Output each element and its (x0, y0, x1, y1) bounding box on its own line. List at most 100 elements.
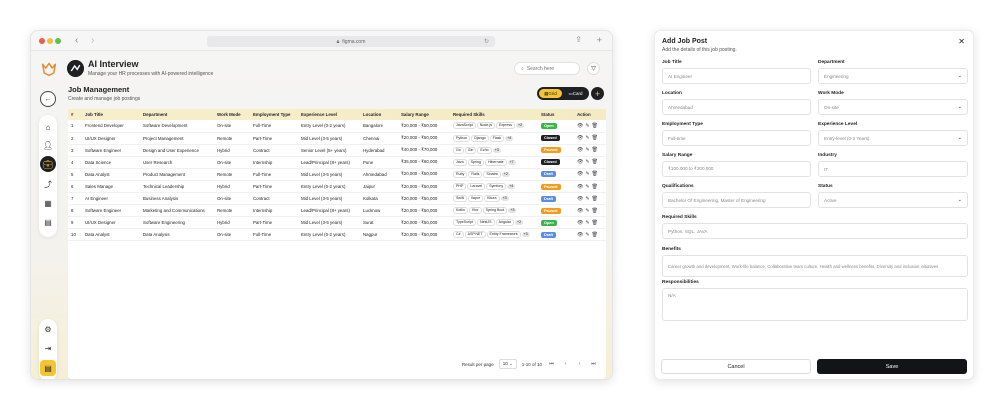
status-select[interactable]: Active ⌄ (818, 192, 968, 208)
department-label: Department (818, 60, 845, 65)
more-skills-badge[interactable]: +4 (507, 184, 516, 190)
table-row[interactable]: 9 UI/UX Designer Software Engineering Hybri… (68, 216, 606, 230)
dashboard-icon[interactable]: ⌂ (40, 119, 56, 135)
more-skills-badge[interactable]: +4 (505, 135, 514, 141)
skill-tag: Rails (468, 170, 483, 178)
settings-icon[interactable]: ⚙ (40, 321, 56, 337)
actions-cell: 👁︎✎🗑︎ (574, 192, 606, 206)
table-row[interactable]: 1 Frontend Developer Software Development O… (68, 120, 606, 133)
first-page-button[interactable]: ⏮ (547, 360, 556, 369)
reload-icon[interactable]: ↻ (484, 38, 489, 45)
per-page-select[interactable]: 10 ⌄ (498, 359, 517, 369)
qualifications-input[interactable]: Bachelor Of Engineering, Master of Engin… (662, 192, 811, 208)
salary-range-input[interactable]: ₹100,000 to ₹200,000 (662, 161, 811, 177)
reports-icon[interactable]: ▤ (40, 214, 56, 230)
table-row[interactable]: 3 Software Engineer Design and User Experi… (68, 144, 606, 157)
table-row[interactable]: 5 Data Analyst Product Management Remote Ful… (68, 168, 606, 181)
more-skills-badge[interactable]: +2 (514, 220, 524, 226)
add-job-button[interactable]: + (591, 87, 604, 100)
department-select[interactable]: Engineering ⌄ (818, 68, 968, 84)
last-page-button[interactable]: ⏭ (589, 360, 598, 369)
more-skills-badge[interactable]: +3 (492, 147, 501, 153)
status-badge: Closed (541, 135, 560, 142)
experience-level-select[interactable]: Entry-level (0-2 Years) ⌄ (818, 130, 968, 146)
delete-icon[interactable]: 🗑︎ (592, 208, 600, 214)
status-badge: Open (541, 219, 557, 226)
more-skills-badge[interactable]: +3 (521, 232, 530, 238)
status-cell: Open (538, 216, 574, 230)
benefits-textarea[interactable]: Career growth and development, Work-life… (662, 255, 968, 277)
row-number: 1 (68, 120, 82, 133)
grid-view-button[interactable]: ▦ Grid (539, 89, 562, 98)
back-icon[interactable]: ‹ (75, 35, 78, 46)
more-skills-badge[interactable]: +2 (515, 123, 525, 129)
more-skills-badge[interactable]: +2 (501, 171, 510, 177)
experience-level-label: Experience Level (818, 122, 858, 127)
required-skills-input[interactable]: Python, SQL, JAVA (662, 223, 968, 239)
location-input[interactable]: Ahmedabad (662, 99, 811, 115)
forward-icon[interactable]: › (91, 35, 94, 46)
users-icon[interactable]: 👤︎ (40, 137, 56, 153)
delete-icon[interactable]: 🗑︎ (592, 135, 600, 141)
notes-icon[interactable]: ▤ (40, 360, 56, 376)
share-icon[interactable]: ⇪ (575, 35, 582, 44)
table-row[interactable]: 4 Data Science User Research On-site Interns… (68, 156, 606, 169)
close-window-button[interactable] (39, 38, 45, 44)
skill-tag: Ktor (469, 207, 482, 215)
filter-button[interactable]: ▽ (587, 62, 600, 75)
delete-icon[interactable]: 🗑︎ (592, 220, 600, 226)
more-skills-badge[interactable]: +3 (508, 208, 517, 214)
table-row[interactable]: 2 UI/UX Designer Project Management Remote P… (68, 132, 606, 145)
delete-icon[interactable]: 🗑︎ (592, 171, 600, 177)
table-row[interactable]: 7 AI Engineer Business Analysis On-site Cont… (68, 192, 606, 206)
card-view-button[interactable]: ▭ Card (564, 89, 587, 98)
url-bar[interactable]: 🔒︎ figma.com ↻ (207, 36, 495, 47)
salary-range-label: Salary Range (662, 153, 693, 158)
skills-cell: PHP Laravel Symfony +4 (450, 180, 538, 194)
location-placeholder: Ahmedabad (668, 104, 693, 110)
work-mode-select[interactable]: On-site ⌄ (818, 99, 968, 115)
table-row[interactable]: 8 Software Engineer Marketing and Communic… (68, 204, 606, 218)
minimize-window-button[interactable] (47, 38, 53, 44)
job-title-input[interactable]: AI Engineer (662, 68, 811, 84)
status-cell: Paused (538, 204, 574, 218)
add-job-modal: Add Job Post Add the details of this job… (654, 30, 974, 380)
status-cell: Open (538, 120, 574, 133)
prev-page-button[interactable]: ‹ (561, 360, 570, 369)
actions-cell: 👁︎✎🗑︎ (574, 156, 606, 169)
column-header: Employment Type (253, 112, 291, 117)
collapse-sidebar-button[interactable]: ← (40, 91, 56, 107)
responsibilities-placeholder: N/A (668, 293, 676, 298)
skill-tag: Flask (489, 134, 505, 142)
work-mode-cell: On-site (214, 156, 250, 169)
pagination: Result per page 10 ⌄ 1-10 of 10 ⏮ ‹ › ⏭ (462, 359, 598, 369)
cancel-button[interactable]: Cancel (661, 359, 811, 374)
search-input[interactable]: ⌕ Search here (514, 62, 580, 75)
delete-icon[interactable]: 🗑︎ (592, 123, 600, 129)
jobs-icon[interactable]: 💼︎ (40, 156, 56, 172)
employment-type-input[interactable]: Full-time (662, 130, 811, 146)
maximize-window-button[interactable] (55, 38, 61, 44)
new-tab-icon[interactable]: + (597, 35, 602, 45)
save-button[interactable]: Save (817, 359, 967, 374)
delete-icon[interactable]: 🗑︎ (592, 147, 600, 153)
pipeline-icon[interactable]: ⤴ (40, 176, 56, 192)
app-content: ← ⌂ 👤︎ 💼︎ ⤴ ▦ ▤ ⚙ ⇥ ▤ AI Interview Manag… (31, 51, 612, 379)
more-skills-badge[interactable]: +3 (500, 196, 509, 202)
column-header: Location (363, 112, 382, 117)
delete-icon[interactable]: 🗑︎ (592, 196, 600, 202)
skill-tag: Sinatra (483, 170, 501, 178)
more-skills-badge[interactable]: +7 (507, 159, 516, 165)
delete-icon[interactable]: 🗑︎ (592, 184, 600, 190)
delete-icon[interactable]: 🗑︎ (592, 232, 600, 238)
logout-icon[interactable]: ⇥ (40, 340, 56, 356)
close-icon[interactable]: ✕ (958, 37, 965, 46)
industry-input[interactable]: IT (818, 161, 968, 177)
responsibilities-textarea[interactable]: N/A (662, 288, 968, 321)
delete-icon[interactable]: 🗑︎ (592, 159, 600, 165)
next-page-button[interactable]: › (575, 360, 584, 369)
calendar-icon[interactable]: ▦ (40, 195, 56, 211)
table-row[interactable]: 6 Sales Manage Technical Leadership Hybrid P… (68, 180, 606, 194)
column-header: Experience Level (301, 112, 337, 117)
table-row[interactable]: 10 Data Analyst Data Analysis On-site Full-T… (68, 228, 606, 242)
